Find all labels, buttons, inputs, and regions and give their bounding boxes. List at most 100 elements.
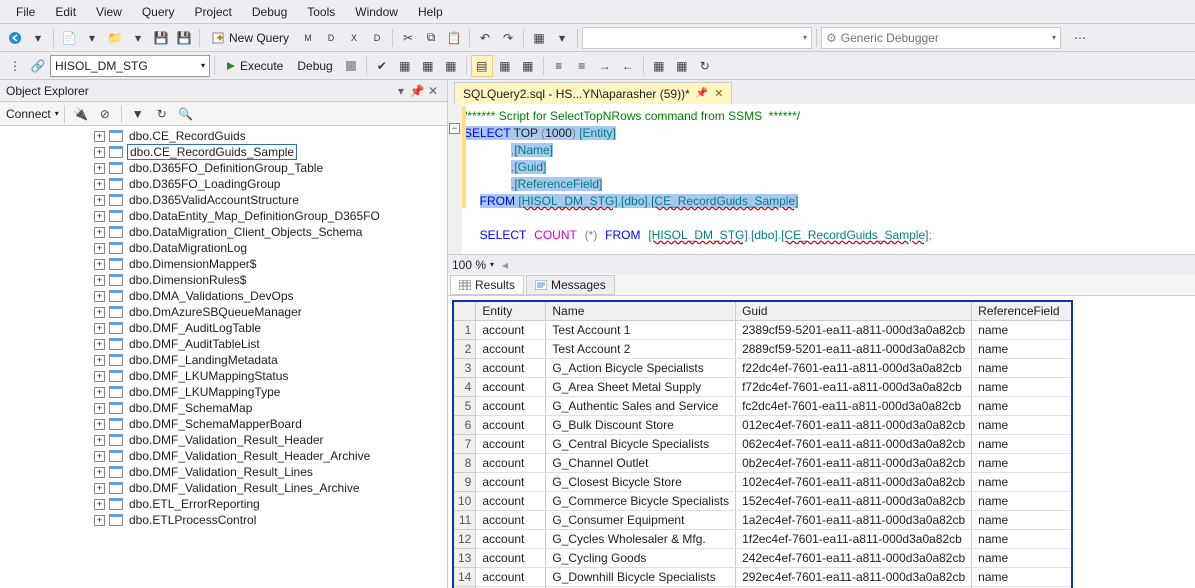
cell[interactable]: 102ec4ef-7601-ea11-a811-000d3a0a82cb	[736, 473, 972, 492]
cell[interactable]: account	[476, 530, 546, 549]
disconnect-button[interactable]: 🔌	[70, 103, 92, 125]
stop-button[interactable]	[340, 55, 362, 77]
comment-button[interactable]: ≡	[548, 55, 570, 77]
results-to-text-button[interactable]: ▤	[471, 55, 493, 77]
cell[interactable]: name	[972, 321, 1072, 340]
toolbar-icon[interactable]: ▦	[440, 55, 462, 77]
redo-button[interactable]: ↷	[497, 27, 519, 49]
table-row[interactable]: 4accountG_Area Sheet Metal Supplyf72dc4e…	[453, 378, 1072, 397]
search-icon[interactable]: 🔍	[175, 103, 197, 125]
paste-button[interactable]: 📋	[443, 27, 465, 49]
new-project-button[interactable]: 📄	[58, 27, 80, 49]
cell[interactable]: G_Area Sheet Metal Supply	[546, 378, 736, 397]
toolbar-icon[interactable]: ▦	[671, 55, 693, 77]
tree-node[interactable]: +dbo.DMF_LKUMappingStatus	[0, 368, 447, 384]
stop-icon[interactable]: ⊘	[94, 103, 116, 125]
menu-query[interactable]: Query	[132, 2, 185, 22]
cell[interactable]: name	[972, 473, 1072, 492]
cell[interactable]: account	[476, 340, 546, 359]
toolbar-icon[interactable]: ▦	[528, 27, 550, 49]
cell[interactable]: 0b2ec4ef-7601-ea11-a811-000d3a0a82cb	[736, 454, 972, 473]
cell[interactable]: Test Account 1	[546, 321, 736, 340]
cell[interactable]: f22dc4ef-7601-ea11-a811-000d3a0a82cb	[736, 359, 972, 378]
toolbar-icon[interactable]: ▾	[127, 27, 149, 49]
tree-node[interactable]: +dbo.D365FO_DefinitionGroup_Table	[0, 160, 447, 176]
results-to-grid-button[interactable]: ▦	[494, 55, 516, 77]
pin-icon[interactable]: 📌	[409, 84, 425, 98]
cell[interactable]: account	[476, 473, 546, 492]
cell[interactable]: account	[476, 397, 546, 416]
expand-icon[interactable]: +	[94, 163, 105, 174]
expand-icon[interactable]: +	[94, 435, 105, 446]
column-header[interactable]: Entity	[476, 301, 546, 321]
cell[interactable]: account	[476, 568, 546, 587]
tree-node[interactable]: +dbo.DMF_SchemaMapperBoard	[0, 416, 447, 432]
expand-icon[interactable]: +	[94, 291, 105, 302]
column-header[interactable]: Name	[546, 301, 736, 321]
cell[interactable]: name	[972, 454, 1072, 473]
menu-view[interactable]: View	[86, 2, 132, 22]
cell[interactable]: name	[972, 340, 1072, 359]
cell[interactable]: 242ec4ef-7601-ea11-a811-000d3a0a82cb	[736, 549, 972, 568]
expand-icon[interactable]: +	[94, 451, 105, 462]
cell[interactable]: 012ec4ef-7601-ea11-a811-000d3a0a82cb	[736, 416, 972, 435]
cell[interactable]: f72dc4ef-7601-ea11-a811-000d3a0a82cb	[736, 378, 972, 397]
indent-button[interactable]: →	[594, 55, 616, 77]
expand-icon[interactable]: +	[94, 419, 105, 430]
cell[interactable]: name	[972, 378, 1072, 397]
tree-node[interactable]: +dbo.D365FO_LoadingGroup	[0, 176, 447, 192]
cell[interactable]: name	[972, 549, 1072, 568]
tree-node[interactable]: +dbo.ETLProcessControl	[0, 512, 447, 528]
menu-window[interactable]: Window	[345, 2, 408, 22]
outdent-button[interactable]: ←	[617, 55, 639, 77]
toolbar-icon[interactable]: ▾	[551, 27, 573, 49]
tree-node[interactable]: +dbo.DMF_AuditTableList	[0, 336, 447, 352]
cell[interactable]: G_Action Bicycle Specialists	[546, 359, 736, 378]
expand-icon[interactable]: +	[94, 355, 105, 366]
cell[interactable]: 292ec4ef-7601-ea11-a811-000d3a0a82cb	[736, 568, 972, 587]
cell[interactable]: account	[476, 416, 546, 435]
save-all-button[interactable]: 💾	[173, 27, 195, 49]
results-tab[interactable]: Results	[450, 275, 524, 295]
expand-icon[interactable]: +	[94, 307, 105, 318]
cell[interactable]: account	[476, 321, 546, 340]
cell[interactable]: 1a2ec4ef-7601-ea11-a811-000d3a0a82cb	[736, 511, 972, 530]
cell[interactable]: name	[972, 359, 1072, 378]
cell[interactable]: G_Cycling Goods	[546, 549, 736, 568]
tree-node[interactable]: +dbo.DmAzureSBQueueManager	[0, 304, 447, 320]
cell[interactable]: 2389cf59-5201-ea11-a811-000d3a0a82cb	[736, 321, 972, 340]
cell[interactable]: 1f2ec4ef-7601-ea11-a811-000d3a0a82cb	[736, 530, 972, 549]
expand-icon[interactable]: +	[94, 339, 105, 350]
tree-node[interactable]: +dbo.DataMigrationLog	[0, 240, 447, 256]
table-row[interactable]: 13accountG_Cycling Goods242ec4ef-7601-ea…	[453, 549, 1072, 568]
dropdown-icon[interactable]: ▾	[393, 84, 409, 98]
cell[interactable]: G_Downhill Bicycle Specialists	[546, 568, 736, 587]
expand-icon[interactable]: +	[94, 131, 105, 142]
refresh-icon[interactable]: ↻	[151, 103, 173, 125]
tree-node[interactable]: +dbo.DMF_Validation_Result_Lines_Archive	[0, 480, 447, 496]
cell[interactable]: account	[476, 549, 546, 568]
solution-config-dropdown[interactable]: ▾	[582, 27, 812, 49]
tree-node[interactable]: +dbo.DMF_LandingMetadata	[0, 352, 447, 368]
expand-icon[interactable]: +	[94, 323, 105, 334]
tab-close-icon[interactable]: ✕	[714, 87, 723, 100]
table-row[interactable]: 12accountG_Cycles Wholesaler & Mfg.1f2ec…	[453, 530, 1072, 549]
expand-icon[interactable]: +	[94, 467, 105, 478]
expand-icon[interactable]: +	[94, 211, 105, 222]
cell[interactable]: G_Cycles Wholesaler & Mfg.	[546, 530, 736, 549]
expand-icon[interactable]: +	[94, 195, 105, 206]
tree-node[interactable]: +dbo.DMF_Validation_Result_Header_Archiv…	[0, 448, 447, 464]
toolbar-icon[interactable]: 📁	[104, 27, 126, 49]
table-row[interactable]: 5accountG_Authentic Sales and Servicefc2…	[453, 397, 1072, 416]
display-plan-button[interactable]: ▦	[394, 55, 416, 77]
tree-node[interactable]: +dbo.DMA_Validations_DevOps	[0, 288, 447, 304]
save-button[interactable]: 💾	[150, 27, 172, 49]
dropdown-icon[interactable]: ▾	[55, 109, 59, 118]
expand-icon[interactable]: +	[94, 483, 105, 494]
table-row[interactable]: 14accountG_Downhill Bicycle Specialists2…	[453, 568, 1072, 587]
cell[interactable]: account	[476, 492, 546, 511]
toolbar-xmla-icon[interactable]: X	[343, 27, 365, 49]
expand-icon[interactable]: +	[94, 499, 105, 510]
menu-file[interactable]: File	[6, 2, 45, 22]
menu-help[interactable]: Help	[408, 2, 453, 22]
